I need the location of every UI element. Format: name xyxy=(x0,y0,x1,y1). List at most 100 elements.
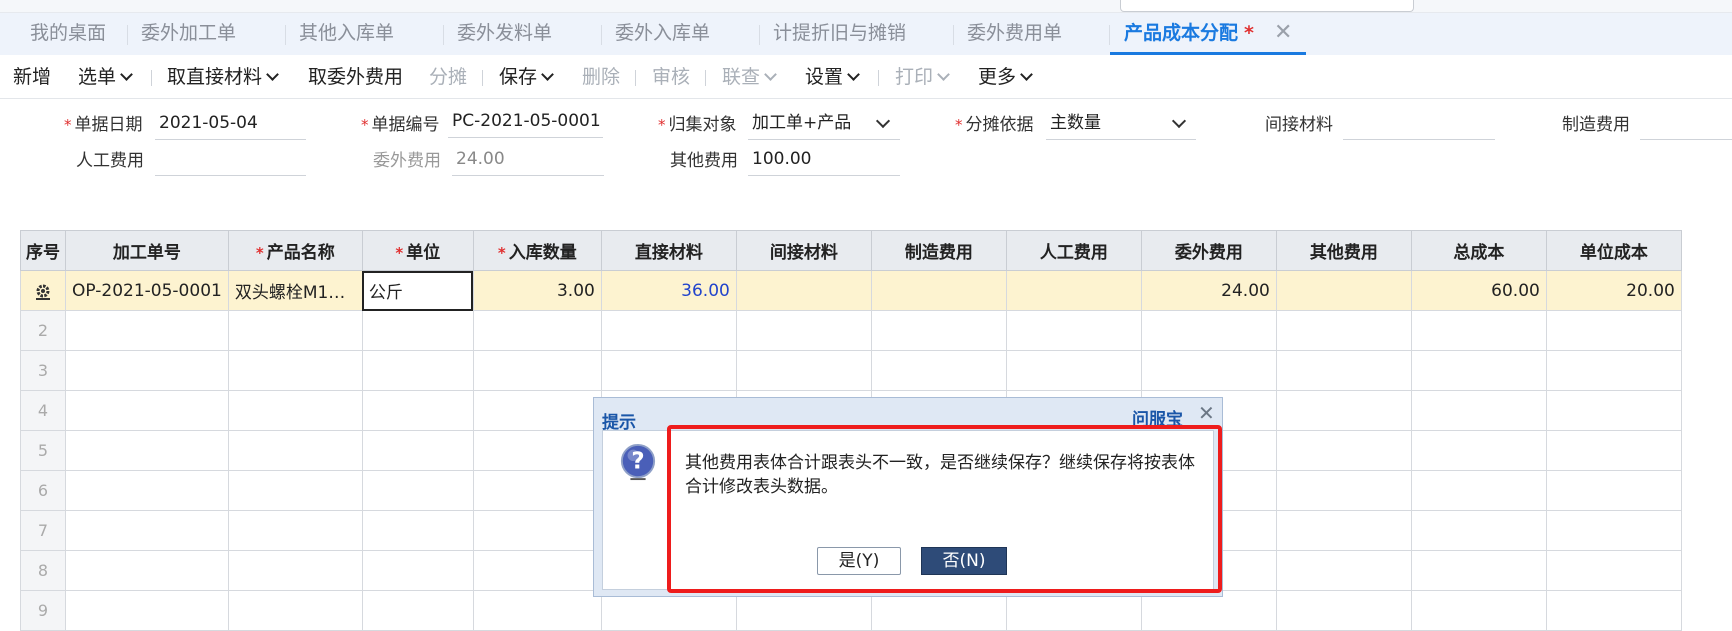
empty-cell[interactable] xyxy=(1005,310,1142,351)
empty-cell[interactable] xyxy=(1275,390,1412,431)
empty-cell[interactable] xyxy=(870,350,1007,391)
cell-total-cost[interactable]: 60.00 xyxy=(1410,270,1547,311)
empty-cell[interactable] xyxy=(1275,550,1412,591)
empty-cell[interactable] xyxy=(1545,310,1682,351)
empty-cell[interactable] xyxy=(1410,350,1547,391)
tab-desktop[interactable]: 我的桌面 xyxy=(30,13,106,55)
audit-button[interactable]: 审核 xyxy=(652,56,690,98)
empty-cell[interactable] xyxy=(472,470,602,511)
cell-unit[interactable]: 公斤 xyxy=(361,270,474,311)
empty-cell[interactable] xyxy=(361,430,474,471)
empty-cell[interactable] xyxy=(472,430,602,471)
empty-cell[interactable] xyxy=(1005,350,1142,391)
tab-outsourcing-fee[interactable]: 委外费用单 xyxy=(967,13,1062,55)
col-header-manufacturing-cost[interactable]: 制造费用 xyxy=(870,230,1007,271)
col-header-indirect-material[interactable]: 间接材料 xyxy=(735,230,872,271)
empty-cell[interactable] xyxy=(600,310,737,351)
tab-depreciation[interactable]: 计提折旧与摊销 xyxy=(773,13,906,55)
empty-cell[interactable] xyxy=(227,310,363,351)
empty-cell[interactable] xyxy=(65,510,229,551)
doc-no-field[interactable]: PC-2021-05-0001 xyxy=(448,108,603,138)
outsourcing-cost-field[interactable]: 24.00 xyxy=(452,146,604,176)
cell-other-cost[interactable] xyxy=(1275,270,1412,311)
empty-cell[interactable] xyxy=(1545,550,1682,591)
empty-cell[interactable] xyxy=(1410,470,1547,511)
col-header-outsourcing-cost[interactable]: 委外费用 xyxy=(1140,230,1277,271)
cell-indirect-material[interactable] xyxy=(735,270,872,311)
empty-cell[interactable] xyxy=(1275,590,1412,631)
empty-cell[interactable] xyxy=(361,590,474,631)
empty-cell[interactable] xyxy=(227,470,363,511)
cell-labor-cost[interactable] xyxy=(1005,270,1142,311)
no-button[interactable]: 否(N) xyxy=(921,547,1007,575)
empty-cell[interactable] xyxy=(870,310,1007,351)
empty-cell[interactable] xyxy=(1545,350,1682,391)
tab-other-inbound[interactable]: 其他入库单 xyxy=(299,13,394,55)
allocate-button[interactable]: 分摊 xyxy=(429,56,467,98)
empty-cell[interactable] xyxy=(472,350,602,391)
collect-target-select[interactable]: 加工单+产品 xyxy=(748,110,900,140)
empty-cell[interactable] xyxy=(472,550,602,591)
empty-cell[interactable] xyxy=(361,350,474,391)
gear-icon[interactable] xyxy=(34,283,52,301)
indirect-material-field[interactable] xyxy=(1343,110,1495,140)
empty-cell[interactable] xyxy=(227,510,363,551)
col-header-product-name[interactable]: * 产品名称 xyxy=(227,230,363,271)
cell-outsourcing-cost[interactable]: 24.00 xyxy=(1140,270,1277,311)
empty-cell[interactable] xyxy=(1140,310,1277,351)
manufacturing-cost-field[interactable] xyxy=(1640,110,1732,140)
empty-cell[interactable] xyxy=(472,310,602,351)
empty-cell[interactable] xyxy=(65,430,229,471)
col-header-unit-cost[interactable]: 单位成本 xyxy=(1545,230,1682,271)
empty-cell[interactable] xyxy=(1410,390,1547,431)
col-header-labor-cost[interactable]: 人工费用 xyxy=(1005,230,1142,271)
empty-cell[interactable] xyxy=(1545,510,1682,551)
table-row[interactable]: OP-2021-05-0001 双头螺栓M1… 公斤 3.00 36.00 24… xyxy=(20,270,1682,311)
cell-product-name[interactable]: 双头螺栓M1… xyxy=(227,270,363,311)
empty-cell[interactable] xyxy=(227,590,363,631)
yes-button[interactable]: 是(Y) xyxy=(817,547,901,575)
empty-cell[interactable] xyxy=(1410,430,1547,471)
empty-cell[interactable] xyxy=(227,390,363,431)
table-row[interactable]: 2 xyxy=(20,310,1682,351)
empty-cell[interactable] xyxy=(1410,590,1547,631)
empty-cell[interactable] xyxy=(1545,390,1682,431)
empty-cell[interactable] xyxy=(1275,430,1412,471)
empty-cell[interactable] xyxy=(1410,550,1547,591)
empty-cell[interactable] xyxy=(472,590,602,631)
search-box[interactable] xyxy=(1120,0,1414,12)
empty-cell[interactable] xyxy=(472,510,602,551)
empty-cell[interactable] xyxy=(361,310,474,351)
empty-cell[interactable] xyxy=(65,470,229,511)
tab-outsourcing-issue[interactable]: 委外发料单 xyxy=(457,13,552,55)
empty-cell[interactable] xyxy=(1545,430,1682,471)
empty-cell[interactable] xyxy=(65,350,229,391)
allocation-basis-select[interactable]: 主数量 xyxy=(1046,110,1196,140)
new-button[interactable]: 新增 xyxy=(13,56,51,98)
empty-cell[interactable] xyxy=(1410,510,1547,551)
col-header-other-cost[interactable]: 其他费用 xyxy=(1275,230,1412,271)
delete-button[interactable]: 删除 xyxy=(582,56,620,98)
empty-cell[interactable] xyxy=(735,350,872,391)
empty-cell[interactable] xyxy=(1275,310,1412,351)
cell-in-qty[interactable]: 3.00 xyxy=(472,270,602,311)
empty-cell[interactable] xyxy=(1275,350,1412,391)
empty-cell[interactable] xyxy=(1545,470,1682,511)
empty-cell[interactable] xyxy=(361,470,474,511)
col-header-in-qty[interactable]: * 入库数量 xyxy=(472,230,602,271)
empty-cell[interactable] xyxy=(600,350,737,391)
empty-cell[interactable] xyxy=(227,430,363,471)
empty-cell[interactable] xyxy=(227,350,363,391)
col-header-seq[interactable]: 序号 xyxy=(20,230,66,271)
take-direct-material-dropdown[interactable]: 取直接材料 xyxy=(167,56,279,98)
tab-outsourcing-inbound[interactable]: 委外入库单 xyxy=(615,13,710,55)
save-dropdown[interactable]: 保存 xyxy=(499,56,554,98)
table-row[interactable]: 3 xyxy=(20,350,1682,391)
empty-cell[interactable] xyxy=(65,390,229,431)
print-dropdown[interactable]: 打印 xyxy=(895,56,950,98)
link-query-dropdown[interactable]: 联查 xyxy=(722,56,777,98)
tab-product-cost-allocation[interactable]: 产品成本分配 * ✕ xyxy=(1110,13,1307,55)
confirm-dialog[interactable]: 提示 问服宝 ✕ ? 其他费用表体合计跟表头不一致，是否继续保存？继续保存将按表… xyxy=(593,397,1223,597)
col-header-direct-material[interactable]: 直接材料 xyxy=(600,230,737,271)
more-dropdown[interactable]: 更多 xyxy=(978,56,1033,98)
